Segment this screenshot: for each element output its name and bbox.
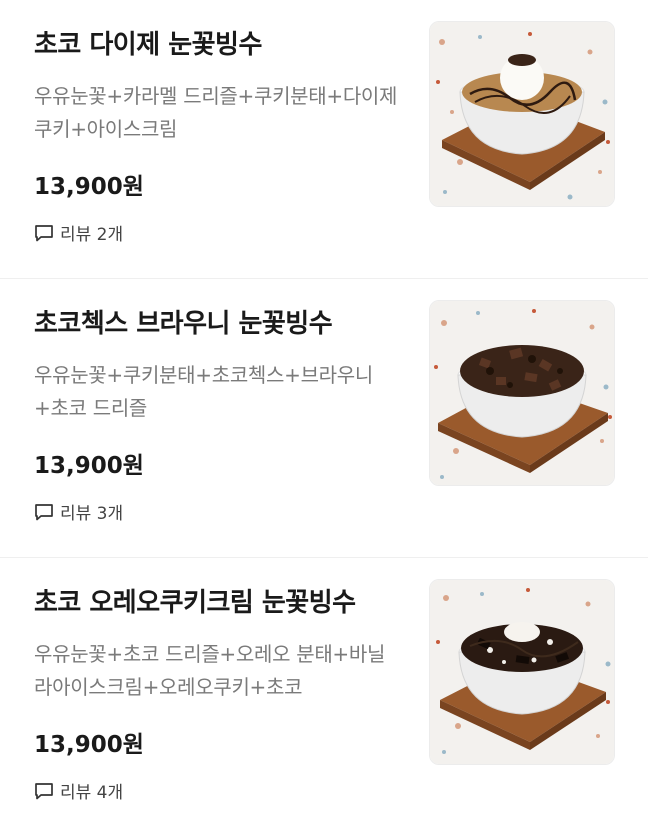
bingsu-photo-icon: [430, 580, 614, 764]
bingsu-photo-icon: [430, 22, 614, 206]
review-count[interactable]: 리뷰 2개: [34, 220, 123, 245]
review-count-label: 리뷰 3개: [60, 504, 124, 524]
speech-bubble-icon: [34, 781, 54, 801]
menu-item-image[interactable]: [429, 579, 615, 765]
menu-item-name: 초코 다이제 눈꽃빙수: [34, 30, 262, 60]
menu-item-image[interactable]: [429, 21, 615, 207]
speech-bubble-icon: [34, 223, 54, 243]
review-count-label: 리뷰 2개: [60, 225, 124, 245]
menu-list: 초코 다이제 눈꽃빙수 우유눈꽃+카라멜 드리즐+쿠키분태+다이제쿠키+아이스크…: [0, 0, 648, 831]
menu-item-description: 우유눈꽃+초코 드리즐+오레오 분태+바닐라아이스크림+오레오쿠키+초코: [34, 642, 386, 699]
menu-item[interactable]: 초코첵스 브라우니 눈꽃빙수 우유눈꽃+쿠키분태+초코첵스+브라우니+초코 드리…: [0, 279, 648, 558]
menu-item-description: 우유눈꽃+카라멜 드리즐+쿠키분태+다이제쿠키+아이스크림: [34, 84, 398, 141]
menu-item[interactable]: 초코 다이제 눈꽃빙수 우유눈꽃+카라멜 드리즐+쿠키분태+다이제쿠키+아이스크…: [0, 0, 648, 279]
review-count[interactable]: 리뷰 4개: [34, 778, 123, 803]
menu-item-description: 우유눈꽃+쿠키분태+초코첵스+브라우니+초코 드리즐: [34, 363, 373, 420]
speech-bubble-icon: [34, 502, 54, 522]
menu-item[interactable]: 초코 오레오쿠키크림 눈꽃빙수 우유눈꽃+초코 드리즐+오레오 분태+바닐라아이…: [0, 558, 648, 831]
menu-item-name: 초코 오레오쿠키크림 눈꽃빙수: [34, 588, 356, 618]
menu-item-price: 13,900원: [34, 732, 144, 758]
review-count-label: 리뷰 4개: [60, 783, 124, 803]
bingsu-photo-icon: [430, 301, 614, 485]
menu-item-price: 13,900원: [34, 174, 144, 200]
review-count[interactable]: 리뷰 3개: [34, 499, 123, 524]
menu-item-price: 13,900원: [34, 453, 144, 479]
menu-item-name: 초코첵스 브라우니 눈꽃빙수: [34, 309, 333, 339]
menu-item-image[interactable]: [429, 300, 615, 486]
